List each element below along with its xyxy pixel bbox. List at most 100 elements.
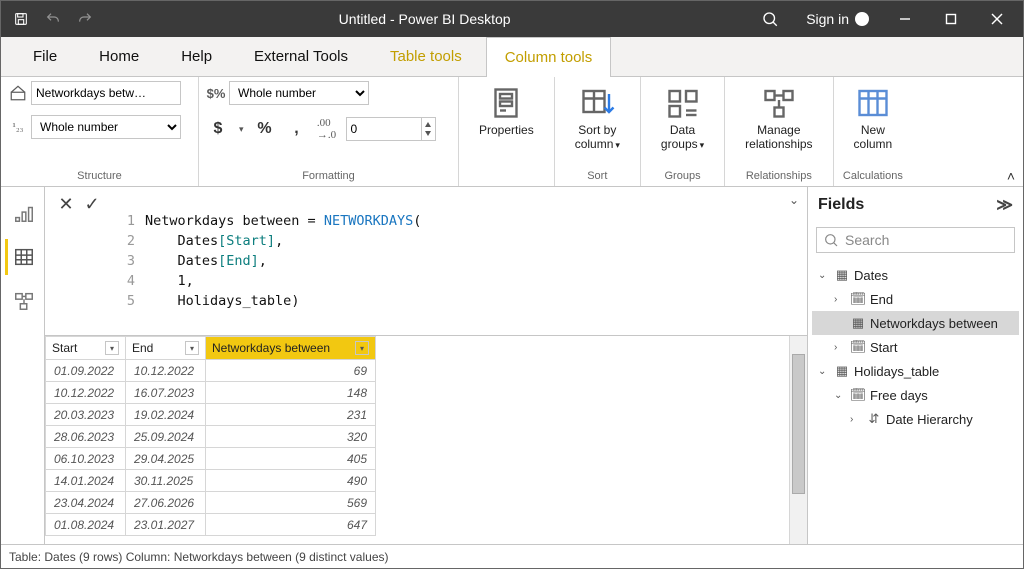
tree-field-free-days[interactable]: ⌄🗓Free days [812, 383, 1019, 407]
relationships-icon [761, 85, 797, 121]
data-groups-button[interactable]: Data groups▾ [649, 81, 716, 156]
maximize-button[interactable] [931, 1, 971, 37]
stepper-icon[interactable] [422, 117, 436, 141]
chevron-down-icon: ▾ [615, 140, 620, 150]
window-title: Untitled - Power BI Desktop [99, 11, 750, 27]
fields-pane-title: Fields [818, 196, 864, 214]
scrollbar-thumb[interactable] [792, 354, 805, 494]
tree-field-networkdays[interactable]: ▦Networkdays between [812, 311, 1019, 335]
ribbon-group-calculations: New column Calculations [834, 77, 913, 186]
chevron-down-icon: ▾ [239, 124, 244, 135]
close-button[interactable] [977, 1, 1017, 37]
group-label-formatting: Formatting [207, 168, 450, 184]
tree-table-holidays[interactable]: ⌄▦Holidays_table [812, 359, 1019, 383]
tab-table-tools[interactable]: Table tools [372, 37, 480, 76]
table-row[interactable]: 01.08.202423.01.2027647 [46, 514, 376, 536]
column-header-start[interactable]: Start▾ [46, 337, 126, 360]
minimize-button[interactable] [885, 1, 925, 37]
filter-dropdown-icon[interactable]: ▾ [105, 341, 119, 355]
fields-tree: ⌄▦Dates ›🗓End ▦Networkdays between ›🗓Sta… [808, 257, 1023, 437]
data-type-select[interactable]: Whole number [31, 115, 181, 139]
ribbon-group-sort: Sort by column▾ Sort [555, 77, 641, 186]
ribbon-tabs: File Home Help External Tools Table tool… [1, 37, 1023, 77]
tree-field-end[interactable]: ›🗓End [812, 287, 1019, 311]
tab-column-tools[interactable]: Column tools [486, 37, 612, 77]
table-row[interactable]: 14.01.202430.11.2025490 [46, 470, 376, 492]
data-grid[interactable]: Start▾ End▾ Networkdays between▾ 01.09.2… [45, 336, 789, 544]
table-row[interactable]: 28.06.202325.09.2024320 [46, 426, 376, 448]
format-select[interactable]: Whole number [229, 81, 369, 105]
formula-bar: ✕ ✓ 1Networkdays between = NETWORKDAYS( … [45, 187, 807, 336]
collapse-ribbon-button[interactable]: ˄ [1007, 168, 1015, 184]
tree-date-hierarchy[interactable]: ›⇵Date Hierarchy [812, 407, 1019, 431]
undo-button[interactable] [39, 5, 67, 33]
calendar-icon: 🗓 [850, 291, 866, 307]
save-button[interactable] [7, 5, 35, 33]
calc-column-icon: ▦ [850, 315, 866, 331]
currency-button[interactable]: $ [207, 120, 229, 138]
vertical-scrollbar[interactable] [789, 336, 807, 544]
tab-home[interactable]: Home [81, 37, 157, 76]
redo-button[interactable] [71, 5, 99, 33]
title-bar: Untitled - Power BI Desktop Sign in [1, 1, 1023, 37]
tab-external-tools[interactable]: External Tools [236, 37, 366, 76]
commit-formula-button[interactable]: ✓ [81, 193, 103, 215]
ribbon-group-structure: ¹₂₃ Whole number Structure [1, 77, 199, 186]
expand-chevron-icon: ⌄ [818, 270, 830, 281]
format-icon: $% [207, 84, 225, 102]
group-label-properties [467, 168, 546, 184]
decimal-shift-icon[interactable]: .00→.0 [318, 120, 336, 138]
properties-icon [488, 85, 524, 121]
expand-chevron-icon: › [834, 294, 846, 305]
percent-button[interactable]: % [254, 120, 276, 138]
expand-chevron-icon: ⌄ [818, 366, 830, 377]
table-row[interactable]: 23.04.202427.06.2026569 [46, 492, 376, 514]
thousands-button[interactable]: , [286, 120, 308, 138]
filter-dropdown-icon[interactable]: ▾ [355, 341, 369, 355]
tab-help[interactable]: Help [163, 37, 230, 76]
sign-in-label: Sign in [806, 11, 849, 27]
expand-chevron-icon: ⌄ [834, 390, 846, 401]
status-bar: Table: Dates (9 rows) Column: Networkday… [1, 544, 1023, 568]
properties-button[interactable]: Properties [467, 81, 546, 141]
ribbon-group-properties: Properties [459, 77, 555, 186]
sort-icon [579, 85, 615, 121]
group-label-sort: Sort [563, 168, 632, 184]
table-row[interactable]: 20.03.202319.02.2024231 [46, 404, 376, 426]
column-name-input[interactable] [31, 81, 181, 105]
tree-field-start[interactable]: ›🗓Start [812, 335, 1019, 359]
sort-by-column-button[interactable]: Sort by column▾ [563, 81, 632, 156]
table-row[interactable]: 01.09.202210.12.202269 [46, 360, 376, 382]
ribbon-group-relationships: Manage relationships Relationships [725, 77, 833, 186]
group-label-structure: Structure [9, 168, 190, 184]
table-row[interactable]: 06.10.202329.04.2025405 [46, 448, 376, 470]
quick-access-toolbar [7, 5, 99, 33]
global-search-button[interactable] [750, 1, 790, 37]
model-view-button[interactable] [5, 283, 41, 319]
data-type-icon: ¹₂₃ [9, 118, 27, 136]
cancel-formula-button[interactable]: ✕ [55, 193, 77, 215]
chevron-down-icon: ▾ [700, 140, 705, 150]
new-column-button[interactable]: New column [842, 81, 905, 155]
manage-relationships-button[interactable]: Manage relationships [733, 81, 824, 155]
tab-file[interactable]: File [15, 37, 75, 76]
calendar-icon: 🗓 [850, 387, 866, 403]
expand-formula-button[interactable]: ⌄ [781, 187, 807, 207]
collapse-fields-icon[interactable]: ≫ [996, 195, 1013, 215]
fields-pane: Fields ≫ Search ⌄▦Dates ›🗓End ▦Networkda… [807, 187, 1023, 544]
groups-icon [665, 85, 701, 121]
tree-table-dates[interactable]: ⌄▦Dates [812, 263, 1019, 287]
data-view-button[interactable] [5, 239, 41, 275]
report-view-button[interactable] [5, 195, 41, 231]
column-header-networkdays[interactable]: Networkdays between▾ [206, 337, 376, 360]
filter-dropdown-icon[interactable]: ▾ [185, 341, 199, 355]
expand-chevron-icon: › [834, 342, 846, 353]
view-rail [1, 187, 45, 544]
sign-in-button[interactable]: Sign in [796, 11, 879, 27]
fields-search-input[interactable]: Search [816, 227, 1015, 253]
decimal-places-input[interactable] [346, 117, 422, 141]
column-header-end[interactable]: End▾ [126, 337, 206, 360]
formula-editor[interactable]: 1Networkdays between = NETWORKDAYS( 2 Da… [113, 187, 781, 335]
table-row[interactable]: 10.12.202216.07.2023148 [46, 382, 376, 404]
table-icon: ▦ [834, 363, 850, 379]
